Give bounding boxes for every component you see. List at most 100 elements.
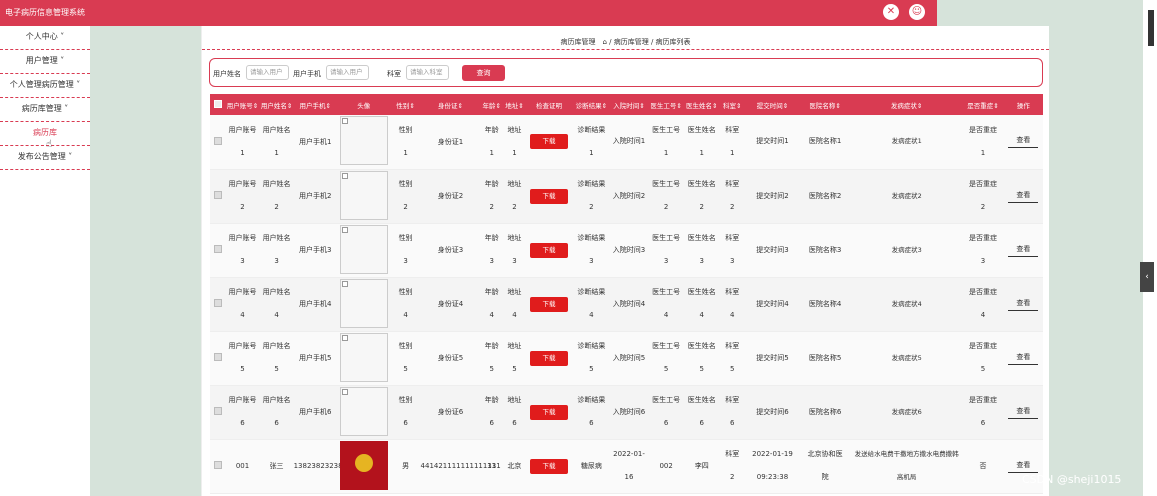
- chevron-down-icon: ˅: [76, 80, 81, 89]
- cell-department: 科室 2: [725, 450, 740, 481]
- column-header[interactable]: 医生姓名⇕: [684, 94, 719, 115]
- cell-phone: 用户手机4: [299, 300, 332, 308]
- cell-name: 用户姓名 2: [262, 180, 291, 211]
- download-button[interactable]: 下载: [530, 242, 569, 258]
- cell-admit-time: 入院时间6: [612, 407, 646, 416]
- row-checkbox[interactable]: [213, 299, 222, 307]
- search-button[interactable]: 查询: [462, 65, 505, 81]
- download-button[interactable]: 下载: [530, 458, 569, 474]
- search-bar: 用户姓名 请输入用户 用户手机 请输入用户 科室 请输入科室 查询: [209, 58, 1043, 87]
- chevron-down-icon: ˅: [60, 56, 65, 65]
- table-row[interactable]: 001 张三 13823823238 男 441421111111111111 33 北京下…: [210, 439, 1043, 494]
- view-button[interactable]: 查看: [1008, 406, 1039, 419]
- avatar-placeholder: [339, 386, 388, 436]
- column-header[interactable]: 医生工号⇕: [647, 94, 685, 115]
- column-header[interactable]: 用户手机⇕: [293, 94, 337, 115]
- cell-idcard: 身份证5: [437, 354, 464, 362]
- user-icon[interactable]: ☺: [909, 4, 925, 20]
- avatar-placeholder: [339, 116, 388, 166]
- download-button[interactable]: 下载: [530, 134, 569, 150]
- download-button[interactable]: 下载: [530, 404, 569, 420]
- column-header[interactable]: 入院时间⇕: [610, 94, 648, 115]
- download-button[interactable]: 下载: [530, 350, 569, 366]
- name-input[interactable]: 请输入用户: [246, 65, 289, 80]
- breadcrumb: 病历库管理 ⌂ / 病历库管理 / 病历库列表: [202, 26, 1049, 50]
- column-header[interactable]: 医院名称⇕: [799, 94, 851, 115]
- column-header[interactable]: 是否重症⇕: [962, 94, 1004, 115]
- column-header[interactable]: 检查证明: [525, 94, 573, 115]
- column-header[interactable]: 性别⇕: [390, 94, 421, 115]
- cell-severe: 是否重症 4: [969, 288, 998, 319]
- sidebar-item-personal-center[interactable]: 个人中心 ˅: [0, 26, 90, 50]
- column-header[interactable]: 用户姓名⇕: [259, 94, 294, 115]
- dept-input[interactable]: 请输入科室: [406, 65, 449, 80]
- view-button[interactable]: 查看: [1008, 244, 1039, 257]
- cell-severe: 是否重症 3: [969, 234, 998, 265]
- cell-diagnosis: 诊断结果 1: [577, 125, 606, 157]
- view-button[interactable]: 查看: [1008, 352, 1039, 365]
- cell-name: 用户姓名 5: [262, 342, 291, 373]
- sidebar-item-personal-records[interactable]: 个人管理病历管理 ˅: [0, 74, 90, 98]
- right-edge: [1143, 0, 1157, 496]
- view-button[interactable]: 查看: [1008, 460, 1039, 473]
- cell-department: 科室 2: [725, 180, 740, 211]
- column-header[interactable]: 诊断结果⇕: [572, 94, 611, 115]
- column-header[interactable]: 年龄⇕: [480, 94, 504, 115]
- cell-hospital: 医院名称4: [808, 299, 842, 308]
- cell-age: 年龄 3: [484, 234, 499, 265]
- row-checkbox[interactable]: [213, 353, 222, 361]
- table-row[interactable]: 用户账号 1 用户姓名 1 用户手机1 性别 1 身份证1 年龄 1 地址 1 下载 诊断结果 1 入院时间1…: [210, 115, 1043, 170]
- table-row[interactable]: 用户账号 4 用户姓名 4 用户手机4 性别 4 身份证4 年龄 4 地址 4 下载 诊断结果 4 入院时间4…: [210, 277, 1043, 332]
- column-header[interactable]: 头像: [336, 94, 391, 115]
- sidebar-item-records-library[interactable]: 病历库 ☝: [0, 122, 90, 150]
- collapse-handle[interactable]: ‹: [1140, 262, 1154, 292]
- cell-department: 科室 3: [725, 234, 740, 265]
- table-row[interactable]: 用户账号 5 用户姓名 5 用户手机5 性别 5 身份证5 年龄 5 地址 5 下载 诊断结果 5 入院时间5…: [210, 331, 1043, 386]
- select-all-checkbox[interactable]: [210, 94, 226, 115]
- sidebar-item-user-management[interactable]: 用户管理 ˅: [0, 50, 90, 74]
- cell-name: 用户姓名 1: [262, 125, 291, 157]
- hand-cursor-icon: ☝: [46, 139, 53, 150]
- row-checkbox[interactable]: [213, 191, 222, 199]
- row-checkbox[interactable]: [213, 461, 222, 469]
- cell-idcard: 441421111111111111: [420, 462, 501, 470]
- cell-name: 用户姓名 4: [262, 288, 291, 319]
- column-header[interactable]: 科室⇕: [718, 94, 746, 115]
- download-button[interactable]: 下载: [530, 188, 569, 204]
- view-button[interactable]: 查看: [1008, 135, 1039, 149]
- cell-gender: 性别 3: [398, 234, 413, 265]
- sidebar-item-announcement-management[interactable]: 发布公告管理 ˅: [0, 146, 90, 170]
- column-header[interactable]: 提交时间⇕: [745, 94, 800, 115]
- column-header[interactable]: 用户账号⇕: [225, 94, 260, 115]
- cell-symptom: 发送给水电费干撒地方撒水电费撒韩 高机局: [854, 450, 959, 481]
- cell-doctor-id: 002: [659, 461, 673, 470]
- column-header[interactable]: 身份证⇕: [420, 94, 481, 115]
- close-circle-icon[interactable]: ✕: [883, 4, 899, 20]
- cell-hospital: 医院名称2: [808, 191, 842, 200]
- row-checkbox[interactable]: [213, 136, 222, 145]
- cell-address: 地址 5: [507, 342, 522, 373]
- records-table: 用户账号⇕ 用户姓名⇕ 用户手机⇕ 头像 性别⇕ 身份证⇕ 年龄⇕ 地址⇕ 检查证明 诊断结果⇕ 入…: [210, 94, 1043, 494]
- cell-doctor-id: 医生工号 6: [652, 396, 681, 427]
- cell-diagnosis: 诊断结果 4: [577, 288, 606, 319]
- row-checkbox[interactable]: [213, 407, 222, 415]
- cell-hospital: 医院名称5: [808, 353, 842, 362]
- avatar-placeholder: [339, 170, 388, 220]
- column-header[interactable]: 地址⇕: [503, 94, 526, 115]
- view-button[interactable]: 查看: [1008, 298, 1039, 311]
- column-header[interactable]: 操作: [1003, 94, 1043, 115]
- cell-symptom: 发病症状5: [891, 353, 922, 362]
- table-row[interactable]: 用户账号 2 用户姓名 2 用户手机2 性别 2 身份证2 年龄 2 地址 2 下载 诊断结果 2 入院时间2…: [210, 169, 1043, 224]
- download-button[interactable]: 下载: [530, 296, 569, 312]
- table-row[interactable]: 用户账号 6 用户姓名 6 用户手机6 性别 6 身份证6 年龄 6 地址 6 下载 诊断结果 6 入院时间6…: [210, 385, 1043, 440]
- phone-input[interactable]: 请输入用户: [326, 65, 369, 80]
- row-checkbox[interactable]: [213, 245, 222, 253]
- view-button[interactable]: 查看: [1008, 190, 1039, 203]
- cell-age: 年龄 5: [484, 342, 499, 373]
- sidebar-item-records-library-management[interactable]: 病历库管理 ˅: [0, 98, 90, 122]
- table-row[interactable]: 用户账号 3 用户姓名 3 用户手机3 性别 3 身份证3 年龄 3 地址 3 下载 诊断结果 3 入院时间3…: [210, 223, 1043, 278]
- cell-account: 用户账号 6: [228, 396, 257, 427]
- column-header[interactable]: 发病症状⇕: [850, 94, 963, 115]
- cell-hospital: 医院名称6: [808, 407, 842, 416]
- cell-gender: 男: [402, 461, 410, 470]
